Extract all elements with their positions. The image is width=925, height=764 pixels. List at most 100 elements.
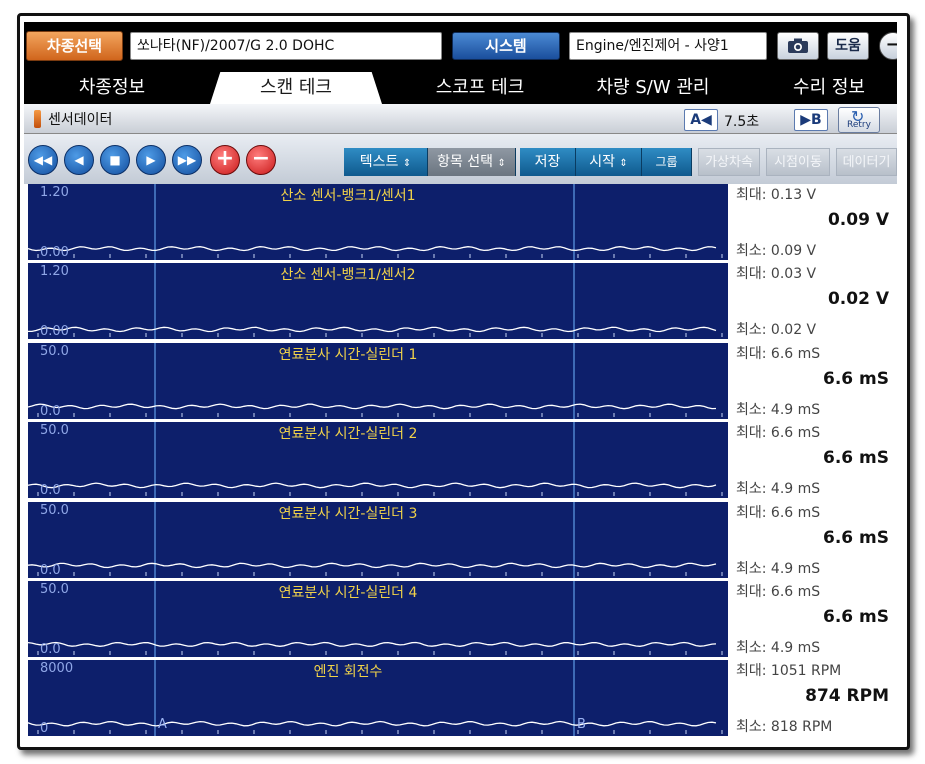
start-button[interactable]: 시작 ⇕ [576,148,642,176]
y-min-label: 0.0 [40,642,61,657]
sensor-plot[interactable]: 1.20 0.00 산소 센서-뱅크1/센서1 [28,184,728,260]
sensor-plot[interactable]: 50.0 0.0 연료분사 시간-실린더 4 [28,581,728,657]
data-button[interactable]: 데이터기 [836,148,897,176]
system-button[interactable]: 시스템 [452,32,560,60]
current-value: 0.09 V [827,210,889,230]
current-value: 874 RPM [805,686,889,707]
min-value: 최소: 4.9 mS [736,481,821,498]
stop-icon[interactable]: ■ [100,145,130,175]
vehicle-field[interactable]: 쏘나타(NF)/2007/G 2.0 DOHC [130,32,442,60]
min-value: 최소: 4.9 mS [736,560,821,577]
text-view-button[interactable]: 텍스트 ⇕ [344,148,428,176]
sensor-title: 산소 센서-뱅크1/센서1 [280,188,416,204]
sensor-title: 연료분사 시간-실린더 2 [278,426,418,443]
sensor-title: 연료분사 시간-실린더 3 [278,505,418,522]
sensor-readout: 최대: 6.6 mS 6.6 mS 최소: 4.9 mS [728,342,897,419]
y-min-label: 0.0 [40,403,61,419]
y-min-label: 0.00 [40,324,69,340]
min-value: 최소: 4.9 mS [736,640,821,656]
sensor-plot[interactable]: 8000 0 엔진 회전수 A B [28,660,728,737]
play-icon[interactable]: ▶ [136,145,166,175]
sensor-readout: 최대: 6.6 mS 6.6 mS 최소: 4.9 mS [728,422,897,499]
sensor-row: 50.0 0.0 연료분사 시간-실린더 3 최대: 6.6 mS 6.6 mS 최소: … [24,501,897,578]
current-value: 0.02 V [827,289,889,310]
tab-scope-tech[interactable]: 스코프 테크 [400,72,560,104]
max-value: 최대: 0.13 V [736,187,817,203]
scan-app: 차종선택 쏘나타(NF)/2007/G 2.0 DOHC 시스템 Engine/… [24,22,897,740]
max-value: 최대: 6.6 mS [736,504,821,521]
min-value: 최소: 0.02 V [736,322,817,339]
min-value: 최소: 0.09 V [736,243,817,259]
max-value: 최대: 1051 RPM [736,663,842,680]
current-value: 6.6 mS [823,368,889,389]
current-value: 6.6 mS [823,527,889,548]
zoom-in-icon[interactable]: + [210,145,240,175]
group-button[interactable]: 그룹 [642,148,692,176]
camera-icon[interactable] [777,32,819,60]
cursor-b-label: B [577,717,586,733]
sensor-row: 50.0 0.0 연료분사 시간-실린더 2 최대: 6.6 mS 6.6 mS 최소: … [24,422,897,499]
sensor-plot[interactable]: 50.0 0.0 연료분사 시간-실린더 1 [28,342,728,419]
item-select-button[interactable]: 항목 선택 ⇕ [428,148,516,176]
cursor-b-button[interactable]: ▶B [794,109,828,131]
max-value: 최대: 6.6 mS [736,584,821,600]
y-min-label: 0.0 [40,483,61,499]
save-button[interactable]: 저장 [520,148,576,176]
main-tabs: 차종정보 스캔 테크 스코프 테크 차량 S/W 관리 수리 정보 [24,70,897,104]
sensor-plot[interactable]: 50.0 0.0 연료분사 시간-실린더 2 [28,422,728,499]
sensor-trace [28,721,717,727]
sensor-plot[interactable]: 50.0 0.0 연료분사 시간-실린더 3 [28,501,728,578]
sensor-trace [28,246,717,252]
system-field[interactable]: Engine/엔진제어 - 사양1 [569,32,767,60]
sensor-readout: 최대: 1051 RPM 874 RPM 최소: 818 RPM [728,660,897,737]
max-value: 최대: 6.6 mS [736,425,821,442]
sensor-title: 연료분사 시간-실린더 1 [278,346,418,363]
cursor-a-button[interactable]: A◀ [684,109,718,131]
minimize-icon[interactable]: − [879,32,897,60]
sensor-plot[interactable]: 1.20 0.00 산소 센서-뱅크1/센서2 [28,263,728,340]
sensor-trace [28,482,717,489]
current-value: 6.6 mS [823,607,889,627]
forward-fast-icon[interactable]: ▶▶ [172,145,202,175]
y-min-label: 0.0 [40,562,61,578]
current-value: 6.6 mS [823,448,889,469]
sensor-row: 1.20 0.00 산소 센서-뱅크1/센서1 최대: 0.13 V 0.09 V 최소:… [24,184,897,260]
sensor-trace [28,327,717,333]
sensor-trace [28,403,717,410]
tab-scan-tech[interactable]: 스캔 테크 [210,72,382,104]
min-value: 최소: 818 RPM [736,719,833,736]
retry-button[interactable]: ↻ Retry [838,107,880,133]
sensor-row: 8000 0 엔진 회전수 A B 최대: 1051 RPM 874 RPM 최소: 818 … [24,660,897,737]
max-value: 최대: 0.03 V [736,266,817,283]
top-bar: 차종선택 쏘나타(NF)/2007/G 2.0 DOHC 시스템 Engine/… [24,22,897,70]
rewind-fast-icon[interactable]: ◀◀ [28,145,58,175]
sensor-row: 50.0 0.0 연료분사 시간-실린더 1 최대: 6.6 mS 6.6 mS 최소: … [24,342,897,419]
sensor-readout: 최대: 6.6 mS 6.6 mS 최소: 4.9 mS [728,501,897,578]
max-value: 최대: 6.6 mS [736,345,821,362]
virtual-speed-button[interactable]: 가상차속 [698,148,760,176]
cursor-time-value: 7.5초 [724,114,760,130]
section-title: 센서데이터 [48,112,113,128]
sensor-readout: 최대: 0.13 V 0.09 V 최소: 0.09 V [728,184,897,260]
tab-repair-info[interactable]: 수리 정보 [764,72,894,104]
min-value: 최소: 4.9 mS [736,401,821,418]
time-move-button[interactable]: 시점이동 [766,148,830,176]
cursor-a-label: A [158,717,167,733]
control-bar: ◀◀ ◀ ■ ▶ ▶▶ + − 텍스트 ⇕ 항목 선택 ⇕ 저장 시작 ⇕ 그룹… [24,134,897,184]
y-min-label: 0.00 [40,245,69,260]
zoom-out-icon[interactable]: − [246,145,276,175]
sensor-data-header: 센서데이터 A◀ 7.5초 ▶B ↻ Retry [24,104,897,134]
vehicle-select-button[interactable]: 차종선택 [26,31,123,61]
sensor-charts: 1.20 0.00 산소 센서-뱅크1/센서1 최대: 0.13 V 0.09 V 최소:… [24,184,897,740]
sensor-trace [28,562,717,568]
sensor-readout: 최대: 6.6 mS 6.6 mS 최소: 4.9 mS [728,581,897,657]
tab-sw-manage[interactable]: 차량 S/W 관리 [572,72,734,104]
rewind-icon[interactable]: ◀ [64,145,94,175]
sensor-trace [28,641,717,647]
help-button[interactable]: 도움 [827,32,869,60]
tab-vehicle-info[interactable]: 차종정보 [42,72,182,104]
sensor-row: 1.20 0.00 산소 센서-뱅크1/센서2 최대: 0.03 V 0.02 V 최소:… [24,263,897,340]
sensor-title: 연료분사 시간-실린더 4 [278,585,418,601]
sensor-title: 엔진 회전수 [313,664,383,681]
sensor-title: 산소 센서-뱅크1/센서2 [280,267,416,284]
